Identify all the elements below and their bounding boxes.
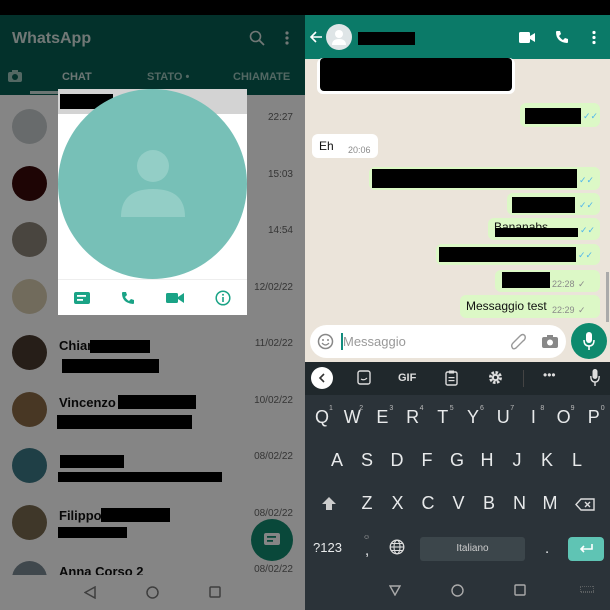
status-bar [305,0,610,15]
key-c[interactable]: C [416,493,440,514]
enter-icon [579,544,593,553]
videocam-icon[interactable] [519,32,535,43]
comma-key[interactable]: , [365,542,369,559]
home-nav-icon[interactable] [451,584,464,597]
key-g[interactable]: G [445,450,469,471]
key-hint: 0 [600,405,605,412]
space-key[interactable]: Italiano [420,537,525,561]
key-h[interactable]: H [475,450,499,471]
chat-list-screen: WhatsApp CHAT STATO • CHIAMATE 22:27 15:… [0,0,305,610]
key-v[interactable]: V [447,493,471,514]
camera-icon[interactable] [542,334,558,348]
message-bubble[interactable] [317,58,515,94]
contact-avatar[interactable] [326,24,352,50]
key-k[interactable]: K [535,450,559,471]
status-bar [0,0,305,15]
voice-message-button[interactable] [571,323,607,359]
collapse-toolbar-button[interactable] [311,367,333,389]
gear-icon[interactable] [488,370,503,385]
backspace-icon[interactable] [575,498,595,511]
sticker-icon[interactable] [357,370,371,385]
message-bubble[interactable]: Eh 20:06 [312,134,378,158]
key-j[interactable]: J [505,450,529,471]
message-input[interactable]: Messaggio [310,325,566,358]
key-hint: 9 [570,405,575,412]
emoji-icon[interactable] [317,333,334,350]
message-bubble[interactable]: ✓✓ [369,167,600,190]
key-hint: 2 [359,405,364,412]
key-x[interactable]: X [386,493,410,514]
message-bubble[interactable]: ✓✓ [436,244,600,265]
profile-photo-popup [58,89,247,315]
person-icon [332,30,346,45]
back-nav-icon[interactable] [389,585,401,596]
message-bubble[interactable]: 22:28 ✓ [495,270,600,292]
mic-icon[interactable] [590,369,600,386]
keyboard: GIF ••• Q1W2E3R4T5Y6U7I8O9P0ASDFGHJKLZXC… [305,362,610,610]
message-icon[interactable] [73,291,90,305]
key-hint: 5 [449,405,454,412]
key-hint: 3 [389,405,394,412]
enter-key[interactable] [568,537,604,561]
message-bubble[interactable]: Messaggio test 22:29 ✓ [460,295,600,318]
videocam-icon[interactable] [166,292,185,304]
scrollbar[interactable] [606,272,609,322]
mic-icon [583,332,595,350]
period-key[interactable]: . [545,540,549,557]
chevron-left-icon [318,373,325,383]
message-bubble[interactable]: Bananabs ✓✓ [488,218,600,240]
globe-icon[interactable] [389,539,405,555]
profile-photo[interactable] [58,89,247,279]
popup-actions [58,279,247,315]
person-icon [121,150,185,217]
clipboard-icon[interactable] [445,370,458,386]
conversation-header [305,15,610,59]
call-icon[interactable] [555,30,569,44]
key-s[interactable]: S [355,450,379,471]
more-vert-icon[interactable] [591,30,597,45]
key-z[interactable]: Z [355,493,379,514]
key-n[interactable]: N [508,493,532,514]
key-hint: 4 [419,405,424,412]
more-options-icon[interactable]: ••• [543,368,556,382]
emoji-hint-icon: ☺ [363,534,371,541]
key-d[interactable]: D [385,450,409,471]
message-bubble[interactable]: ✓✓ [520,103,600,127]
shift-icon[interactable] [322,497,336,510]
key-b[interactable]: B [477,493,501,514]
call-icon[interactable] [121,291,135,305]
info-icon[interactable] [215,289,231,306]
key-hint: 6 [480,405,484,412]
symbols-key[interactable]: ?123 [313,540,342,555]
back-arrow-icon[interactable] [310,31,323,43]
key-hint: 1 [329,405,333,412]
contact-name-redacted[interactable] [358,32,415,45]
key-hint: 7 [510,405,515,412]
conversation-screen: ✓✓ Eh 20:06 ✓✓ ✓✓ Bananabs ✓✓ ✓✓ 22:28 ✓ Me… [305,0,610,610]
gif-button[interactable]: GIF [398,372,416,384]
message-bubble[interactable]: ✓✓ [507,193,600,215]
keyboard-switch-icon[interactable] [580,586,594,594]
key-l[interactable]: L [565,450,589,471]
keyboard-toolbar: GIF ••• [305,362,610,395]
key-hint: 8 [540,405,545,412]
key-m[interactable]: M [538,493,562,514]
key-f[interactable]: F [415,450,439,471]
key-a[interactable]: A [325,450,349,471]
recents-nav-icon[interactable] [514,584,526,596]
attach-icon[interactable] [510,333,526,350]
